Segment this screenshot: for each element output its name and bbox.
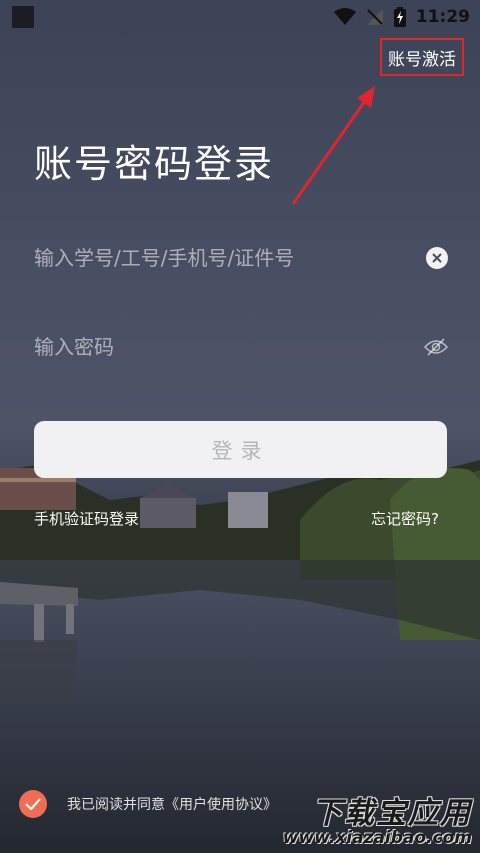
password-field — [34, 327, 448, 367]
annotation-arrow-icon — [291, 86, 375, 205]
no-signal-icon — [366, 9, 383, 25]
agreement-row: 我已阅读并同意《用户使用协议》 — [19, 790, 277, 818]
wifi-icon — [333, 8, 356, 25]
watermark-url: www.xiazaibao.com — [282, 828, 472, 848]
agreement-prefix: 我已阅读并同意 — [67, 797, 165, 813]
battery-charging-icon — [393, 7, 406, 27]
agree-checkbox[interactable] — [19, 790, 47, 818]
watermark-logo: 下载宝应用 www.xiazaibao.com — [283, 788, 472, 848]
clear-icon[interactable] — [426, 247, 448, 269]
account-activate-button[interactable]: 账号激活 — [380, 38, 464, 76]
agreement-text: 我已阅读并同意《用户使用协议》 — [67, 794, 277, 814]
login-button[interactable]: 登录 — [34, 421, 447, 478]
password-input[interactable] — [34, 335, 424, 359]
user-agreement-link[interactable]: 《用户使用协议》 — [165, 797, 277, 813]
account-input[interactable] — [34, 246, 426, 270]
notification-icon — [12, 6, 34, 28]
forgot-password-link[interactable]: 忘记密码? — [371, 508, 439, 529]
eye-hidden-icon[interactable] — [424, 337, 448, 357]
checkmark-icon — [25, 798, 41, 810]
watermark-name: 下载宝应用 — [312, 796, 472, 831]
page-title: 账号密码登录 — [34, 142, 275, 186]
account-field — [34, 238, 448, 278]
sms-login-link[interactable]: 手机验证码登录 — [34, 508, 139, 529]
status-bar: 11:29 — [0, 0, 480, 34]
status-time: 11:29 — [415, 7, 470, 27]
